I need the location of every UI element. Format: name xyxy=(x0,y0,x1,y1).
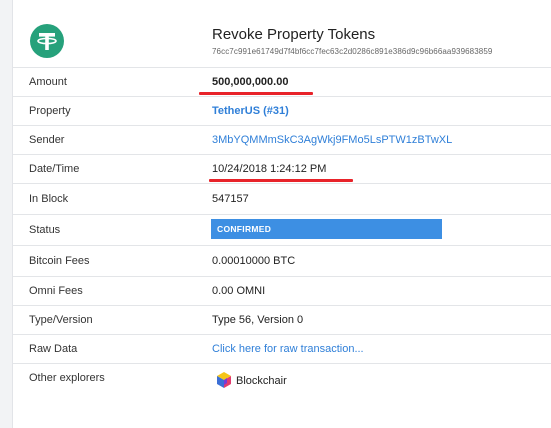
amount-value: 500,000,000.00 xyxy=(212,76,289,88)
page-title: Revoke Property Tokens xyxy=(212,26,376,43)
row-other-explorers: Other explorers xyxy=(13,363,551,428)
omni-fees-value: 0.00 OMNI xyxy=(212,285,266,297)
datetime-value: 10/24/2018 1:24:12 PM xyxy=(212,163,327,175)
row-block: In Block 547157 xyxy=(13,183,551,215)
annotation-underline xyxy=(199,92,313,95)
row-datetime: Date/Time 10/24/2018 1:24:12 PM xyxy=(13,154,551,184)
block-label: In Block xyxy=(29,193,69,205)
other-explorers-label: Other explorers xyxy=(29,372,105,384)
row-property: Property TetherUS (#31) xyxy=(13,96,551,126)
row-omni-fees: Omni Fees 0.00 OMNI xyxy=(13,276,551,306)
blockchair-icon[interactable] xyxy=(215,371,233,394)
bitcoin-fees-label: Bitcoin Fees xyxy=(29,255,90,267)
sender-label: Sender xyxy=(29,134,65,146)
transaction-id: 76cc7c991e61749d7f4bf6cc7fec63c2d0286c89… xyxy=(212,47,493,56)
annotation-underline xyxy=(209,179,353,182)
datetime-label: Date/Time xyxy=(29,163,80,175)
transaction-header: Revoke Property Tokens 76cc7c991e61749d7… xyxy=(13,0,551,68)
omni-fees-label: Omni Fees xyxy=(29,285,83,297)
row-status: Status CONFIRMED xyxy=(13,214,551,246)
transaction-card: Revoke Property Tokens 76cc7c991e61749d7… xyxy=(12,0,551,428)
type-version-label: Type/Version xyxy=(29,314,93,326)
row-sender: Sender 3MbYQMMmSkC3AgWkj9FMo5LsPTW1zBTwX… xyxy=(13,125,551,155)
sender-address-link[interactable]: 3MbYQMMmSkC3AgWkj9FMo5LsPTW1zBTwXL xyxy=(212,134,452,146)
row-bitcoin-fees: Bitcoin Fees 0.00010000 BTC xyxy=(13,245,551,277)
row-amount: Amount 500,000,000.00 xyxy=(13,67,551,97)
raw-transaction-link[interactable]: Click here for raw transaction... xyxy=(212,343,364,355)
row-type-version: Type/Version Type 56, Version 0 xyxy=(13,305,551,335)
status-badge: CONFIRMED xyxy=(211,219,442,239)
tether-logo-icon xyxy=(30,24,64,58)
blockchair-link[interactable]: Blockchair xyxy=(236,375,287,387)
bitcoin-fees-value: 0.00010000 BTC xyxy=(212,255,296,267)
property-label: Property xyxy=(29,105,71,117)
status-label: Status xyxy=(29,224,61,236)
row-raw-data: Raw Data Click here for raw transaction.… xyxy=(13,334,551,364)
type-version-value: Type 56, Version 0 xyxy=(212,314,304,326)
block-value: 547157 xyxy=(212,193,249,205)
property-link[interactable]: TetherUS (#31) xyxy=(212,105,289,117)
amount-label: Amount xyxy=(29,76,67,88)
raw-data-label: Raw Data xyxy=(29,343,78,355)
